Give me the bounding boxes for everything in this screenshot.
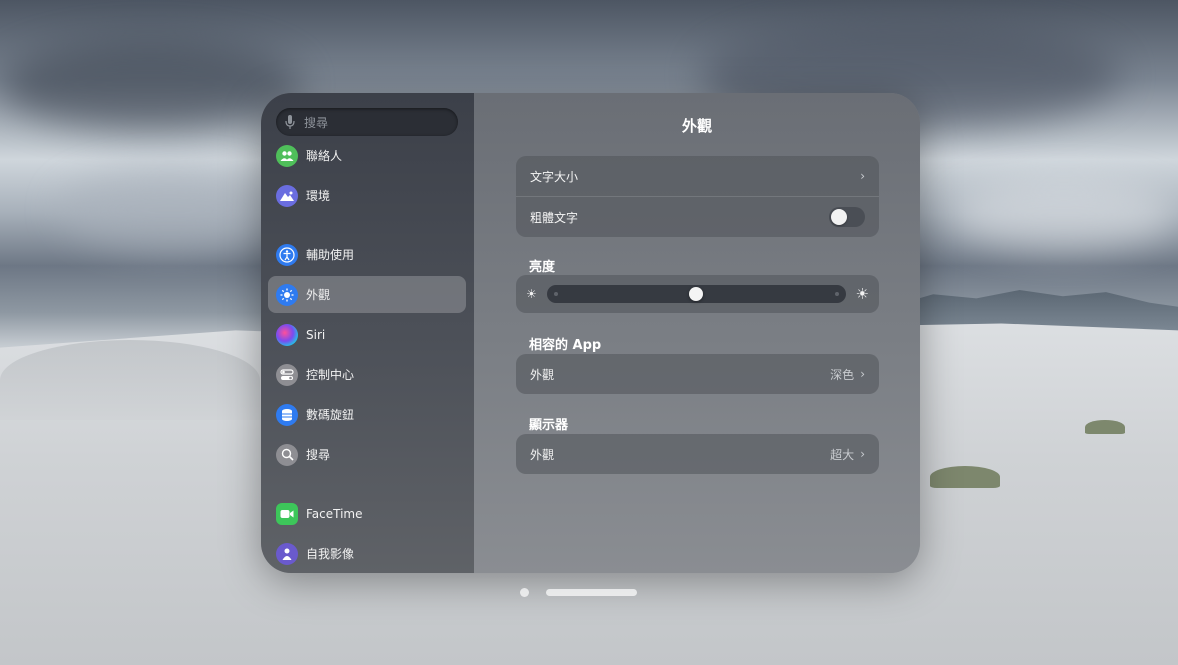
search-field[interactable]: 搜尋 [276, 108, 458, 136]
compatible-apps-group: 外觀 深色 › [516, 354, 879, 394]
sidebar-item-label: 數碼旋鈕 [306, 408, 355, 422]
high-brightness-icon: ☀ [855, 285, 869, 303]
sidebar-item-facetime[interactable]: FaceTime [268, 495, 466, 532]
compatible-apps-appearance-row[interactable]: 外觀 深色 › [516, 354, 879, 394]
compatible-apps-label: 相容的 App [529, 338, 602, 353]
low-brightness-icon: ☀ [526, 287, 537, 301]
sidebar-item-label: FaceTime [306, 506, 363, 521]
chevron-right-icon: › [860, 447, 865, 461]
row-label: 外觀 [530, 447, 555, 462]
sidebar-item-label: Siri [306, 327, 326, 342]
sidebar-item-search[interactable]: 搜尋 [268, 436, 466, 473]
text-size-label: 文字大小 [530, 169, 579, 184]
sidebar-item-persona[interactable]: 自我影像 [268, 535, 466, 572]
brightness-group: ☀ ☀ [516, 275, 879, 313]
persona-icon [276, 542, 298, 565]
desert-plant [930, 466, 1000, 488]
search-icon [276, 443, 298, 466]
sidebar-item-label: 自我影像 [306, 547, 355, 561]
sidebar-item-label: 搜尋 [306, 448, 331, 462]
contacts-icon [276, 144, 298, 167]
page-title: 外觀 [681, 117, 712, 135]
environment-icon [276, 184, 298, 207]
sidebar-item-appearance[interactable]: 外觀 [268, 276, 466, 313]
row-value: 超大 [830, 447, 855, 462]
display-label: 顯示器 [529, 418, 569, 433]
sidebar-item-label: 聯絡人 [306, 149, 343, 163]
appearance-icon [276, 283, 298, 306]
desert-plant [1085, 420, 1125, 434]
bold-text-label: 粗體文字 [530, 210, 579, 225]
text-settings-group: 文字大小 › 粗體文字 [516, 156, 879, 237]
window-grab-bar[interactable] [546, 589, 637, 596]
row-value: 深色 [830, 367, 855, 382]
control-center-icon [276, 363, 298, 386]
window-page-dot[interactable] [520, 588, 529, 597]
brightness-label: 亮度 [529, 260, 556, 275]
accessibility-icon [276, 243, 298, 266]
toggle-knob [831, 209, 847, 225]
sidebar-item-environments[interactable]: 環境 [268, 177, 466, 214]
sidebar-item-control-center[interactable]: 控制中心 [268, 356, 466, 393]
sidebar-item-label: 外觀 [306, 288, 331, 302]
row-label: 外觀 [530, 367, 555, 382]
sidebar-item-label: 環境 [306, 189, 331, 203]
brightness-slider[interactable] [546, 285, 846, 303]
search-placeholder: 搜尋 [304, 115, 329, 130]
microphone-icon[interactable] [276, 115, 304, 129]
sidebar-item-siri[interactable]: Siri [268, 316, 466, 353]
sidebar-item-label: 控制中心 [306, 368, 355, 382]
bold-text-row: 粗體文字 [516, 196, 879, 237]
slider-thumb[interactable] [689, 287, 704, 301]
sidebar: 搜尋 聯絡人 環境 輔助使用 外觀 Siri 控制中心 數碼旋鈕 搜尋 Face… [261, 93, 474, 573]
text-size-row[interactable]: 文字大小 › [516, 156, 879, 196]
detail-pane: 外觀 文字大小 › 粗體文字 亮度 ☀ ☀ 相容的 App 外觀 深色 › 顯示… [474, 93, 920, 573]
sidebar-item-accessibility[interactable]: 輔助使用 [268, 236, 466, 273]
sidebar-item-contacts[interactable]: 聯絡人 [268, 137, 466, 174]
siri-icon [276, 323, 298, 346]
chevron-right-icon: › [860, 367, 865, 381]
display-appearance-row[interactable]: 外觀 超大 › [516, 434, 879, 474]
bold-text-toggle[interactable] [829, 207, 865, 227]
settings-window: 搜尋 聯絡人 環境 輔助使用 外觀 Siri 控制中心 數碼旋鈕 搜尋 Face… [261, 93, 920, 573]
sidebar-item-digital-crown[interactable]: 數碼旋鈕 [268, 396, 466, 433]
digital-crown-icon [276, 403, 298, 426]
sidebar-item-label: 輔助使用 [306, 248, 355, 262]
facetime-icon [276, 502, 298, 525]
chevron-right-icon: › [860, 169, 865, 183]
display-group: 外觀 超大 › [516, 434, 879, 474]
